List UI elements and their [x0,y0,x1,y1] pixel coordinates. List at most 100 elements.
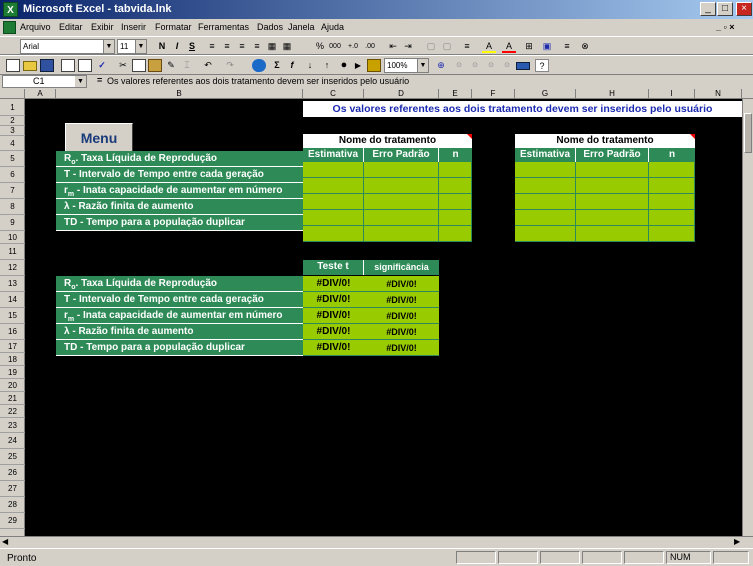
cut-icon[interactable]: ✂ [116,59,130,72]
print-preview-icon[interactable] [78,59,92,72]
input-cell[interactable] [303,162,364,178]
chart-wizard-icon[interactable] [367,59,381,72]
sort-ascending-icon[interactable]: ↓ [303,59,317,72]
input-cell[interactable] [439,226,472,242]
row-header[interactable]: 6 [0,167,25,183]
row-header[interactable]: 15 [0,308,25,324]
t-test-value[interactable]: #DIV/0! [303,276,364,292]
percent-icon[interactable]: % [313,40,327,53]
input-cell[interactable] [649,178,695,194]
align-center-icon[interactable]: ≡ [220,40,234,53]
cells-icon[interactable]: ⌶ [180,59,194,72]
input-cell[interactable] [364,178,439,194]
input-cell[interactable] [515,194,576,210]
input-cell[interactable] [439,162,472,178]
significance-value[interactable]: #DIV/0! [364,308,439,324]
input-cell[interactable] [439,210,472,226]
user-input-note[interactable]: Os valores referentes aos dois tratament… [303,101,742,117]
form-icon[interactable]: ▣ [540,40,554,53]
input-cell[interactable] [515,210,576,226]
spellcheck-icon[interactable]: ✓ [95,59,109,72]
input-cell[interactable] [649,226,695,242]
row-header[interactable]: 2 [0,116,25,126]
open-folder-icon[interactable] [23,61,37,71]
row-header[interactable]: 4 [0,136,25,151]
input-cell[interactable] [515,178,576,194]
undo-icon[interactable]: ↶ [201,59,215,72]
name-box[interactable]: C1 ▼ [2,75,87,88]
row-header[interactable]: 7 [0,183,25,199]
row-header[interactable]: 9 [0,215,25,231]
underline-button[interactable]: S [185,40,199,53]
input-cell[interactable] [364,210,439,226]
row-header[interactable]: 19 [0,366,25,379]
significance-value[interactable]: #DIV/0! [364,292,439,308]
row-header[interactable]: 8 [0,199,25,215]
new-file-icon[interactable] [6,59,20,72]
row-header[interactable]: 20 [0,379,25,392]
autosum-icon[interactable]: Σ [270,59,284,72]
t-test-value[interactable]: #DIV/0! [303,324,364,340]
menu-editar[interactable]: Editar [59,22,83,32]
significance-value[interactable]: #DIV/0! [364,324,439,340]
hyperlink-icon[interactable] [252,59,266,72]
increase-decimal-icon[interactable]: +.0 [346,40,360,53]
thousands-icon[interactable]: 000 [328,40,342,53]
function-icon[interactable]: f [285,59,299,72]
input-cell[interactable] [576,178,649,194]
merge-center-icon[interactable]: ▦ [265,40,279,53]
row-header[interactable]: 10 [0,231,25,244]
align-icon[interactable]: ≡ [560,40,574,53]
input-cell[interactable] [576,162,649,178]
comment-marker-icon[interactable] [467,134,472,139]
options-icon[interactable]: ⊗ [578,40,592,53]
scrollbar-thumb[interactable] [744,113,752,153]
column-header[interactable]: N [695,89,742,99]
copy-icon[interactable] [132,59,146,72]
input-cell[interactable] [364,162,439,178]
horizontal-scrollbar[interactable]: ◀ ▶ [0,536,753,548]
font-size-combo[interactable]: 11 ▼ [117,39,147,54]
input-cell[interactable] [576,226,649,242]
fill-color-icon[interactable]: A [482,40,496,53]
input-cell[interactable] [439,178,472,194]
row-header[interactable]: 5 [0,151,25,167]
column-header[interactable]: I [649,89,695,99]
chevron-down-icon[interactable]: ▼ [75,76,86,87]
menu-dados[interactable]: Dados [257,22,283,32]
input-cell[interactable] [515,162,576,178]
row-header[interactable]: 25 [0,449,25,465]
bold-button[interactable]: N [155,40,169,53]
chevron-down-icon[interactable]: ▼ [417,59,428,72]
table-icon[interactable]: ▦ [280,40,294,53]
row-header[interactable]: 11 [0,244,25,260]
mdi-window-controls[interactable]: _ ▫ × [716,22,734,32]
formula-equals-sign[interactable]: = [97,75,102,85]
menu-ajuda[interactable]: Ajuda [321,22,344,32]
record-icon[interactable]: ● [337,59,351,72]
decrease-indent-icon[interactable]: ⇤ [386,40,400,53]
input-cell[interactable] [515,226,576,242]
run-icon[interactable]: ▶ [351,59,365,72]
column-header[interactable]: H [576,89,649,99]
column-header[interactable]: G [515,89,576,99]
document-icon[interactable] [3,21,16,34]
t-test-value[interactable]: #DIV/0! [303,308,364,324]
row-header[interactable]: 12 [0,260,25,276]
chart-icon[interactable] [516,62,530,70]
font-name-combo[interactable]: Arial ▼ [20,39,115,54]
formula-input[interactable]: Os valores referentes aos dois tratament… [107,76,409,86]
input-cell[interactable] [303,194,364,210]
paste-icon[interactable] [148,59,162,72]
menu-janela[interactable]: Janela [288,22,315,32]
row-header[interactable]: 22 [0,405,25,418]
menu-formatar[interactable]: Formatar [155,22,192,32]
row-header[interactable]: 18 [0,353,25,366]
row-header[interactable]: 27 [0,481,25,497]
select-all-corner[interactable] [0,89,25,99]
italic-button[interactable]: I [170,40,184,53]
worksheet-grid[interactable]: Os valores referentes aos dois tratament… [25,99,742,536]
input-cell[interactable] [649,210,695,226]
menu-ferramentas[interactable]: Ferramentas [198,22,249,32]
help-icon[interactable]: ? [535,59,549,72]
